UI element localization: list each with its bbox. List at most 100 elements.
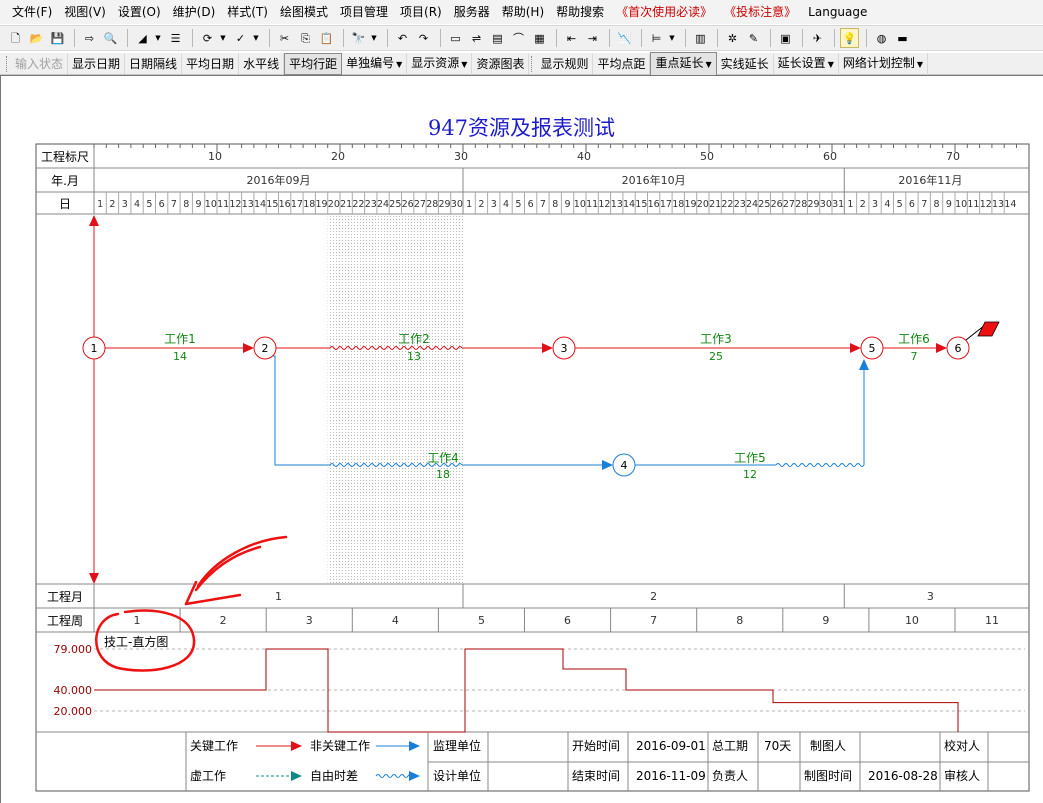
day-label: 1 — [466, 199, 472, 210]
day-label: 12 — [229, 199, 241, 210]
histogram-label: 技工-直方图 — [104, 635, 169, 649]
chart-title: 947资源及报表测试 — [427, 116, 616, 140]
node-label-5: 5 — [869, 342, 876, 355]
day-label: 25 — [758, 199, 770, 210]
project-week-label: 7 — [650, 614, 657, 627]
project-week-label: 5 — [478, 614, 485, 627]
arrow-head-icon — [850, 343, 861, 353]
arrow-head-icon — [542, 343, 553, 353]
day-label: 24 — [746, 199, 758, 210]
day-label: 11 — [586, 199, 598, 210]
day-label: 2 — [478, 199, 484, 210]
day-label: 14 — [254, 199, 266, 210]
day-label: 5 — [146, 199, 152, 210]
project-week-label: 10 — [905, 614, 919, 627]
day-label: 11 — [217, 199, 229, 210]
node-label-3: 3 — [561, 342, 568, 355]
task-name-2: 工作3 — [700, 332, 732, 346]
histogram-y-tick: 20.000 — [54, 705, 93, 718]
day-label: 13 — [611, 199, 623, 210]
legend-float-label: 自由时差 — [310, 769, 358, 783]
project-week-label: 4 — [392, 614, 399, 627]
day-label: 7 — [171, 199, 177, 210]
task-duration-4: 18 — [436, 468, 450, 481]
task-duration-3: 7 — [911, 350, 918, 363]
day-label: 26 — [771, 199, 783, 210]
ruler-tick-label: 10 — [208, 150, 222, 163]
project-week-label: 2 — [220, 614, 227, 627]
checker-label: 校对人 — [944, 738, 980, 753]
day-label: 4 — [134, 199, 140, 210]
legend-critical-arrow-icon — [291, 741, 302, 751]
drafter-label: 制图人 — [810, 739, 846, 753]
axis-arrow-down-icon — [89, 573, 99, 584]
legend-dummy-label: 虚工作 — [190, 769, 226, 783]
ruler-tick-label: 70 — [946, 150, 960, 163]
day-label: 10 — [205, 199, 217, 210]
project-month-label: 2 — [650, 590, 657, 603]
day-label: 14 — [1004, 199, 1016, 210]
legend-noncritical-arrow-icon — [409, 741, 420, 751]
reviewer-label: 审核人 — [944, 768, 980, 783]
ruler-tick-label: 50 — [700, 150, 714, 163]
day-label: 21 — [709, 199, 721, 210]
project-week-label: 6 — [564, 614, 571, 627]
day-label: 28 — [426, 199, 438, 210]
free-float-wave-5 — [775, 463, 865, 467]
legend-dummy-arrow-icon — [291, 771, 302, 781]
node-label-4: 4 — [621, 459, 628, 472]
project-week-label: 1 — [134, 614, 141, 627]
project-week-label: 8 — [736, 614, 743, 627]
day-label: 13 — [242, 199, 254, 210]
day-label: 28 — [795, 199, 807, 210]
project-week-label: 3 — [306, 614, 313, 627]
day-label: 25 — [389, 199, 401, 210]
supervisor-label: 监理单位 — [433, 738, 481, 753]
task-name-3: 工作6 — [898, 332, 930, 346]
day-label: 7 — [921, 199, 927, 210]
day-label: 30 — [451, 199, 463, 210]
day-label: 4 — [503, 199, 509, 210]
day-label: 24 — [377, 199, 389, 210]
histogram-y-tick: 79.000 — [54, 643, 93, 656]
ruler-row-label: 工程标尺 — [41, 149, 89, 164]
day-label: 8 — [934, 199, 940, 210]
day-label: 15 — [635, 199, 647, 210]
start-time-value: 2016-09-01 — [636, 739, 706, 753]
day-label: 31 — [832, 199, 844, 210]
end-time-label: 结束时间 — [572, 769, 620, 783]
day-label: 10 — [574, 199, 586, 210]
task-name-5: 工作5 — [734, 451, 766, 465]
day-label: 5 — [515, 199, 521, 210]
day-label: 7 — [540, 199, 546, 210]
task-name-4: 工作4 — [427, 451, 459, 465]
day-label: 18 — [303, 199, 315, 210]
day-row-label: 日 — [59, 197, 71, 211]
day-label: 14 — [623, 199, 635, 210]
end-time-value: 2016-11-09 — [636, 769, 706, 783]
month-label: 2016年10月 — [622, 173, 686, 187]
day-label: 9 — [565, 199, 571, 210]
duration-label: 总工期 — [712, 739, 748, 753]
node-label-1: 1 — [91, 342, 98, 355]
project-month-row-label: 工程月 — [47, 589, 83, 604]
day-label: 6 — [159, 199, 165, 210]
histogram-bars — [94, 648, 959, 733]
highlight-date-range — [327, 214, 463, 584]
day-label: 19 — [685, 199, 697, 210]
task-duration-5: 12 — [743, 468, 757, 481]
day-label: 20 — [328, 199, 340, 210]
day-label: 20 — [697, 199, 709, 210]
day-label: 22 — [352, 199, 364, 210]
legend-critical-label: 关键工作 — [190, 739, 238, 753]
day-label: 18 — [672, 199, 684, 210]
task-duration-1: 13 — [407, 350, 421, 363]
day-label: 26 — [402, 199, 414, 210]
project-week-label: 9 — [822, 614, 829, 627]
owner-label: 负责人 — [712, 769, 748, 783]
task-duration-2: 25 — [709, 350, 723, 363]
day-label: 27 — [783, 199, 795, 210]
duration-value: 70天 — [764, 739, 791, 753]
arrow-head-icon — [936, 343, 947, 353]
day-label: 4 — [884, 199, 890, 210]
